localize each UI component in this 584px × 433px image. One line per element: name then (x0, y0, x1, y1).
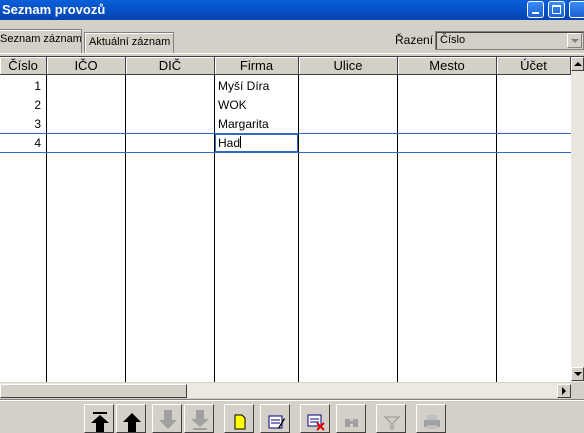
delete-record-icon (307, 414, 325, 431)
tab-seznam-zaznamu[interactable]: Seznam záznamů (0, 29, 82, 53)
scrollbar-corner (571, 382, 584, 398)
column-header-dic[interactable]: DIČ (126, 57, 215, 75)
column-divider (397, 75, 398, 382)
sort-select-value: Číslo (440, 34, 466, 46)
cell-firma-edit-text: Had (218, 136, 241, 150)
previous-record-icon (123, 413, 141, 432)
edit-record-icon (268, 415, 285, 429)
delete-record-button[interactable] (300, 404, 330, 433)
title-bar: Seznam provozů (0, 0, 584, 20)
records-grid: Číslo IČO DIČ Firma Ulice Mesto Účet 1 M… (0, 56, 584, 398)
scroll-right-icon[interactable] (557, 384, 571, 398)
maximize-icon (552, 5, 561, 14)
new-record-button[interactable] (224, 404, 254, 433)
previous-record-button[interactable] (116, 404, 146, 433)
cell-cislo[interactable]: 2 (0, 96, 46, 115)
next-record-icon (159, 410, 177, 429)
maximize-button[interactable] (548, 1, 565, 18)
scroll-down-icon[interactable] (571, 367, 584, 381)
window-title: Seznam provozů (2, 2, 106, 17)
print-button[interactable] (416, 404, 446, 433)
column-header-ucet[interactable]: Účet (497, 57, 571, 75)
toolbar-separator (0, 399, 584, 401)
cell-firma[interactable]: Myší Díra (215, 77, 298, 96)
minimize-button[interactable] (527, 1, 544, 18)
navigation-toolbar (80, 402, 448, 433)
last-record-icon (191, 410, 209, 430)
edit-record-button[interactable] (260, 404, 290, 433)
column-divider (46, 75, 47, 382)
minimize-icon (532, 12, 539, 14)
filter-button[interactable] (376, 404, 406, 433)
selected-row-bottom-border (0, 152, 571, 153)
column-divider (125, 75, 126, 382)
first-record-icon (91, 412, 109, 432)
cell-cislo[interactable]: 1 (0, 77, 46, 96)
new-record-icon (234, 414, 246, 430)
column-header-ico[interactable]: IČO (47, 57, 126, 75)
first-record-button[interactable] (84, 404, 114, 433)
scroll-up-icon[interactable] (571, 57, 584, 71)
cell-firma[interactable]: WOK (215, 96, 298, 115)
column-divider (496, 75, 497, 382)
chevron-down-icon[interactable] (567, 33, 582, 48)
find-button[interactable] (336, 404, 366, 433)
column-header-ulice[interactable]: Ulice (299, 57, 398, 75)
vertical-scroll-track[interactable] (571, 71, 584, 367)
column-divider (298, 75, 299, 382)
filter-icon (383, 416, 401, 430)
print-icon (424, 415, 440, 429)
last-record-button[interactable] (184, 404, 214, 433)
text-caret (240, 136, 242, 148)
cell-cislo[interactable]: 3 (0, 115, 46, 134)
cell-cislo-selected[interactable]: 4 (0, 134, 46, 153)
tab-aktualni-zaznam[interactable]: Aktuální záznam (84, 32, 174, 53)
column-header-firma[interactable]: Firma (215, 57, 299, 75)
tabs-row: Seznam záznamů Aktuální záznam Řazení Čí… (0, 20, 584, 54)
sort-label: Řazení (395, 33, 434, 47)
column-header-cislo[interactable]: Číslo (0, 57, 47, 75)
tabs-divider (0, 53, 584, 54)
horizontal-scrollbar[interactable] (0, 382, 571, 398)
horizontal-scroll-thumb[interactable] (0, 384, 187, 398)
find-icon (345, 419, 358, 427)
close-button[interactable] (569, 1, 584, 18)
column-header-mesto[interactable]: Mesto (398, 57, 497, 75)
cell-firma-editor[interactable]: Had (215, 134, 298, 152)
cell-firma[interactable]: Margarita (215, 115, 298, 134)
vertical-scrollbar[interactable] (571, 57, 584, 382)
sort-select[interactable]: Číslo (435, 31, 584, 50)
next-record-button[interactable] (152, 404, 182, 433)
